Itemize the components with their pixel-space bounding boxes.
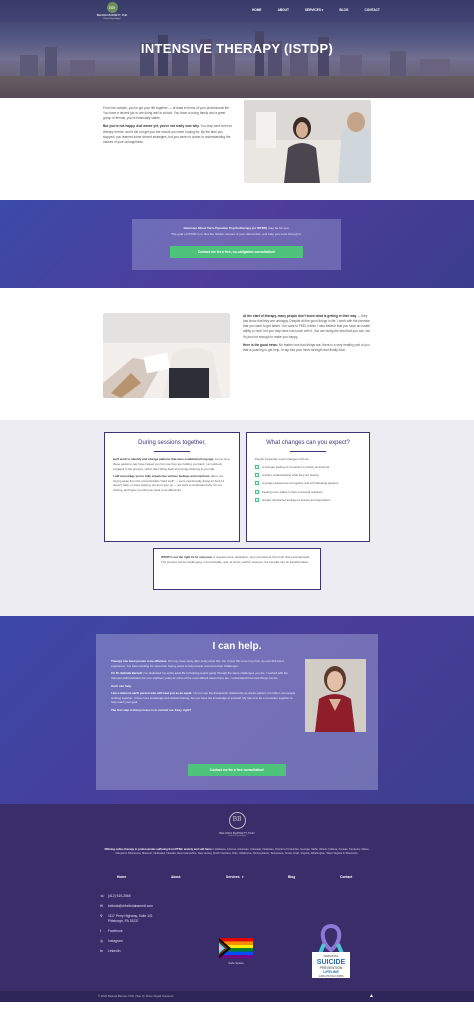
therapy-session-photo — [244, 100, 371, 183]
check-icon: ✓ — [255, 473, 259, 478]
istdp-intro-band: Intensive Short-Term Dynamic Psychothera… — [0, 200, 474, 288]
footer-nav-blog[interactable]: Blog — [288, 875, 295, 880]
footer-linkedin[interactable]: LinkedIn — [108, 949, 120, 954]
help-title: I can help. — [212, 641, 262, 652]
intro-text: From the outside, you've got your life t… — [103, 106, 233, 148]
logo-badge: BB — [106, 2, 118, 13]
istdp-intro-bold: Intensive Short-Term Dynamic Psychothera… — [183, 226, 268, 230]
pride-flag-badge: Safe Space — [219, 938, 253, 965]
fit-note-card: ISTDP is not the right fit for everyone.… — [153, 548, 321, 590]
istdp-intro-text: may be for you. — [267, 226, 290, 230]
copyright-bar: © 2023 Belinda Barnett, PhD | Site by Sh… — [0, 991, 474, 1002]
start-therapy-text: At the start of therapy, many people don… — [243, 314, 371, 356]
svg-text:NATIONAL: NATIONAL — [324, 954, 339, 958]
changes-card-title: What changes can you expect? — [266, 440, 350, 446]
fit-note-bold: ISTDP is not the right fit for everyone. — [161, 555, 213, 559]
hero-banner: BB BELINDA BARNETT, PHD Clinical Psychol… — [0, 0, 474, 98]
changes-intro: People frequently report changes such as… — [255, 457, 310, 462]
svg-text:1-800-273-TALK (8255): 1-800-273-TALK (8255) — [318, 975, 343, 978]
page-title: INTENSIVE THERAPY (ISTDP) — [140, 41, 334, 56]
check-icon: ✓ — [255, 489, 259, 494]
footer-facebook[interactable]: Facebook — [108, 929, 122, 934]
list-item: ✓ A better understanding what they are fe… — [255, 473, 319, 478]
list-item: ✓ Feeling more stable in their emotional … — [255, 489, 323, 494]
sessions-p1-bold: we'll work to identify and change patter… — [113, 457, 215, 462]
list-item: ✓ Greatly diminished feelings of anxiety … — [255, 497, 331, 502]
svg-text:SUICIDE: SUICIDE — [317, 959, 346, 966]
check-icon: ✓ — [255, 464, 259, 469]
sessions-p2-bold: I will encourage you to fully experience… — [113, 474, 211, 479]
instagram-icon: ◎ — [100, 938, 104, 943]
footer-email[interactable]: belinda@drbelindabarnett.com — [108, 904, 153, 909]
start-therapy-section: At the start of therapy, many people don… — [0, 288, 474, 420]
list-item: ✓ A greater awareness of negative and sel… — [255, 481, 339, 486]
footer-instagram[interactable]: Instagram — [108, 939, 123, 944]
intro-section: From the outside, you've got your life t… — [0, 98, 474, 200]
help-box: I can help. Therapy has been proven to b… — [96, 634, 378, 790]
footer-logo[interactable]: BB BELINDA BARNETT, PHD Clinical Psychol… — [219, 812, 255, 838]
site-footer: BB BELINDA BARNETT, PHD Clinical Psychol… — [0, 804, 474, 1002]
footer-phone[interactable]: (412) 519-2565 — [108, 894, 131, 899]
therapist-portrait — [305, 659, 366, 732]
istdp-goal-text: The goal of ISTDP is to find the hidden … — [171, 232, 302, 237]
nav-about[interactable]: ABOUT — [278, 8, 289, 13]
scroll-to-top-icon[interactable]: ▲ — [369, 993, 374, 1000]
pride-caption: Safe Space — [228, 961, 244, 965]
footer-nav-contact[interactable]: Contact — [340, 875, 352, 880]
footer-logo-subtitle: Clinical Psychologist — [227, 835, 247, 838]
envelope-icon: ✉ — [100, 904, 103, 909]
start-p1-bold: At the start of therapy, many people don… — [243, 314, 357, 318]
copyright-text: © 2023 Belinda Barnett, PhD | Site by Sh… — [98, 994, 174, 998]
istdp-intro-box: Intensive Short-Term Dynamic Psychothera… — [132, 219, 341, 270]
phone-icon: ☏ — [100, 894, 105, 898]
free-consultation-button[interactable]: Contact me for a free, no-obligation con… — [170, 245, 303, 258]
suicide-prevention-badge: NATIONAL SUICIDE PREVENTION LIFELINE 1-8… — [312, 923, 350, 978]
footer-nav-home[interactable]: Home — [117, 875, 126, 880]
footer-description: Offering online therapy to professionals… — [104, 848, 370, 856]
nav-home[interactable]: HOME — [252, 8, 262, 13]
map-pin-icon: ⚲ — [100, 914, 103, 919]
site-logo[interactable]: BB BELINDA BARNETT, PHD Clinical Psychol… — [92, 2, 132, 21]
intro-p2-bold: But you're not happy. And worse yet, you… — [103, 124, 200, 129]
sessions-card: During sessions together, we'll work to … — [104, 432, 240, 542]
i-can-help-section: I can help. Therapy has been proven to b… — [0, 616, 474, 804]
footer-nav-services[interactable]: Services — [226, 875, 240, 880]
sessions-section: During sessions together, we'll work to … — [0, 420, 474, 616]
check-icon: ✓ — [255, 481, 259, 486]
logo-subtitle: Clinical Psychologist — [103, 17, 121, 20]
changes-card: What changes can you expect? People freq… — [246, 432, 370, 542]
intro-p1: From the outside, you've got your life t… — [103, 106, 230, 121]
sessions-card-title: During sessions together, — [138, 440, 206, 446]
footer-contact-list: ☏ (412) 519-2565 ✉ belinda@drbelindabarnet… — [100, 894, 153, 959]
linkedin-icon: in — [100, 948, 103, 953]
footer-logo-badge: BB — [228, 812, 246, 829]
list-item: ✓ A stronger feeling of connection to fam… — [255, 464, 330, 469]
footer-address-2: Pittsburgh, PA 15237 — [108, 918, 139, 923]
chevron-down-icon: ▾ — [242, 875, 244, 879]
therapy-notes-photo — [103, 313, 230, 398]
start-p2-bold: Here is the good news: — [243, 342, 278, 347]
nav-services[interactable]: SERVICES — [305, 8, 323, 13]
facebook-icon: f — [100, 928, 101, 933]
free-consultation-button-2[interactable]: Contact me for a free consultation! — [188, 764, 286, 776]
footer-address-1: 1117 Perry Highway, Suite 101 — [108, 914, 153, 919]
top-navbar: BB BELINDA BARNETT, PHD Clinical Psychol… — [0, 0, 474, 22]
svg-text:LIFELINE: LIFELINE — [323, 970, 339, 974]
help-text: Therapy has been proven to be effective.… — [111, 659, 296, 713]
footer-nav-about[interactable]: About — [171, 875, 181, 880]
check-icon: ✓ — [255, 497, 259, 502]
main-nav: HOME ABOUT SERVICES BLOG CONTACT — [252, 8, 396, 13]
nav-blog[interactable]: BLOG — [339, 8, 348, 13]
nav-contact[interactable]: CONTACT — [365, 8, 380, 13]
